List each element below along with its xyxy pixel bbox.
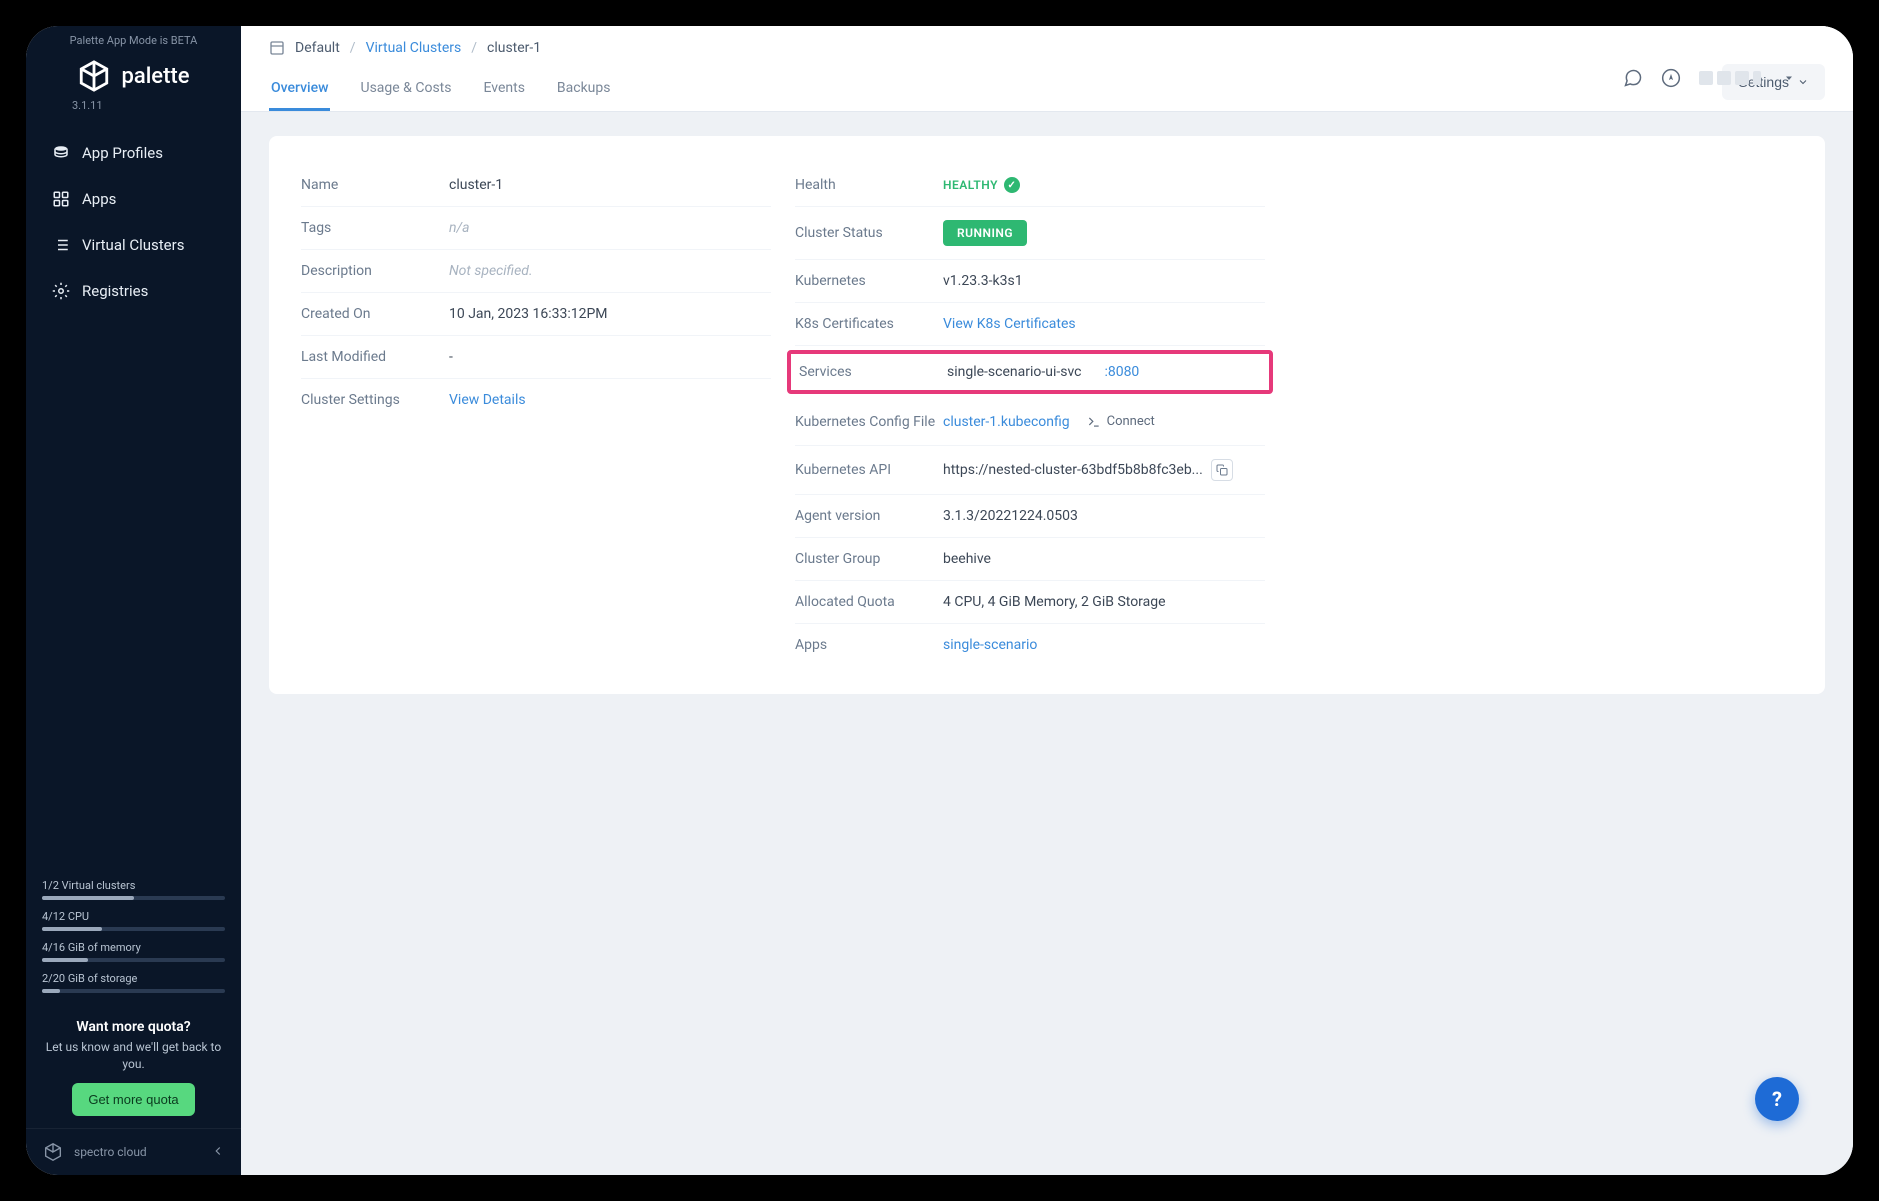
copy-icon: [1216, 464, 1228, 476]
quota-cta: Want more quota? Let us know and we'll g…: [26, 1011, 241, 1128]
agent-version: 3.1.3/20221224.0503: [943, 508, 1265, 524]
sidebar-item-virtual-clusters[interactable]: Virtual Clusters: [34, 222, 233, 268]
tab-overview[interactable]: Overview: [269, 68, 330, 111]
k8s-version: v1.23.3-k3s1: [943, 273, 1265, 289]
cluster-group: beehive: [943, 551, 1265, 567]
layers-icon: [52, 144, 70, 162]
list-icon: [52, 236, 70, 254]
beta-banner: Palette App Mode is BETA: [26, 26, 241, 51]
status-badge: RUNNING: [943, 220, 1027, 246]
check-icon: ✓: [1004, 177, 1020, 193]
terminal-icon: [1087, 415, 1101, 429]
allocated-quota: 4 CPU, 4 GiB Memory, 2 GiB Storage: [943, 594, 1265, 610]
tab-usage-costs[interactable]: Usage & Costs: [358, 68, 453, 111]
team-avatars[interactable]: [1699, 71, 1761, 85]
sidebar-item-label: Apps: [82, 190, 116, 208]
cluster-created: 10 Jan, 2023 16:33:12PM: [449, 306, 771, 322]
breadcrumb: Default / Virtual Clusters / cluster-1: [269, 26, 1825, 60]
sidebar-item-label: Virtual Clusters: [82, 236, 184, 254]
sidebar: Palette App Mode is BETA palette 3.1.11 …: [26, 26, 241, 1175]
breadcrumb-parent[interactable]: Virtual Clusters: [366, 40, 462, 56]
breadcrumb-current: cluster-1: [487, 40, 541, 56]
menu-caret-icon[interactable]: [1779, 68, 1799, 88]
help-button[interactable]: ?: [1755, 1077, 1799, 1121]
quota-cta-title: Want more quota?: [38, 1019, 229, 1035]
tab-events[interactable]: Events: [481, 68, 526, 111]
cluster-tags: n/a: [449, 220, 771, 236]
quota-usage: 1/2 Virtual clusters 4/12 CPU 4/16 GiB o…: [26, 871, 241, 1011]
cluster-modified: -: [449, 349, 771, 365]
brand-text: palette: [121, 64, 189, 89]
brand[interactable]: palette: [26, 51, 241, 97]
spectro-footer: spectro cloud: [26, 1128, 241, 1175]
health-badge: HEALTHY✓: [943, 177, 1020, 193]
topbar: Default / Virtual Clusters / cluster-1 O…: [241, 26, 1853, 112]
get-more-quota-button[interactable]: Get more quota: [72, 1083, 194, 1116]
service-name: single-scenario-ui-svc: [947, 364, 1081, 380]
version-label: 3.1.11: [56, 97, 241, 130]
breadcrumb-project[interactable]: Default: [295, 40, 340, 56]
view-details-link[interactable]: View Details: [449, 392, 526, 408]
sidebar-item-registries[interactable]: Registries: [34, 268, 233, 314]
copy-api-button[interactable]: [1211, 459, 1233, 481]
project-icon: [269, 40, 285, 56]
right-column: HealthHEALTHY✓ Cluster StatusRUNNING Kub…: [795, 164, 1265, 666]
view-certs-link[interactable]: View K8s Certificates: [943, 316, 1076, 332]
tab-backups[interactable]: Backups: [555, 68, 613, 111]
sidebar-item-label: App Profiles: [82, 144, 163, 162]
services-row: Servicessingle-scenario-ui-svc :8080: [787, 350, 1273, 394]
sidebar-item-label: Registries: [82, 282, 148, 300]
sidebar-item-apps[interactable]: Apps: [34, 176, 233, 222]
chat-icon[interactable]: [1623, 68, 1643, 88]
app-link[interactable]: single-scenario: [943, 637, 1037, 653]
grid-icon: [52, 190, 70, 208]
palette-logo-icon: [77, 59, 111, 93]
connect-button[interactable]: Connect: [1078, 411, 1164, 432]
details-panel: Namecluster-1 Tagsn/a DescriptionNot spe…: [269, 136, 1825, 694]
main-content: Default / Virtual Clusters / cluster-1 O…: [241, 26, 1853, 1175]
cluster-name: cluster-1: [449, 177, 771, 193]
kubeconfig-link[interactable]: cluster-1.kubeconfig: [943, 414, 1070, 430]
tabs: Overview Usage & Costs Events Backups: [269, 68, 613, 111]
left-column: Namecluster-1 Tagsn/a DescriptionNot spe…: [301, 164, 771, 666]
quota-cta-sub: Let us know and we'll get back to you.: [38, 1039, 229, 1073]
sidebar-item-app-profiles[interactable]: App Profiles: [34, 130, 233, 176]
service-port-link[interactable]: :8080: [1104, 364, 1139, 380]
k8s-api-url: https://nested-cluster-63bdf5b8b8fc3eb..…: [943, 462, 1203, 478]
collapse-sidebar-button[interactable]: [211, 1143, 225, 1162]
sidebar-nav: App Profiles Apps Virtual Clusters Regis…: [26, 130, 241, 314]
spectro-text: spectro cloud: [74, 1145, 147, 1159]
gear-icon: [52, 282, 70, 300]
top-icons: [1623, 68, 1799, 88]
spectro-logo-icon: [42, 1141, 64, 1163]
compass-icon[interactable]: [1661, 68, 1681, 88]
cluster-description: Not specified.: [449, 263, 771, 279]
